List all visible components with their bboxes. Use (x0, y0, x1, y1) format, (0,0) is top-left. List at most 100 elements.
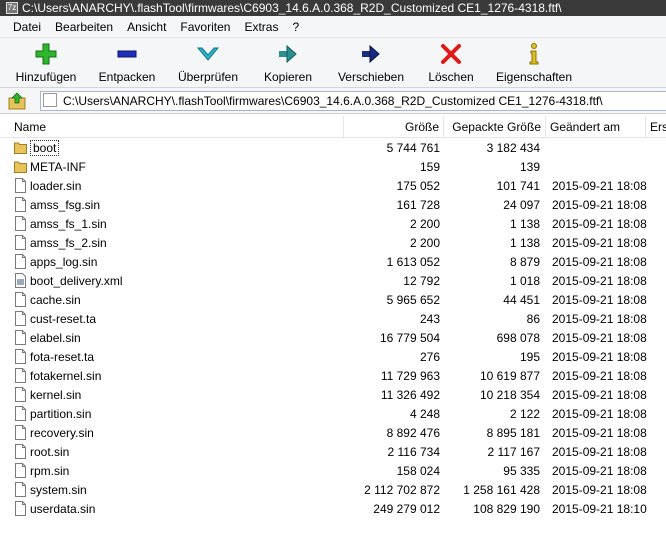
file-name-cell: partition.sin (14, 405, 344, 424)
minus-icon (117, 50, 137, 58)
file-row[interactable]: META-INF 159 139 (0, 158, 666, 177)
file-row[interactable]: partition.sin 4 248 2 122 2015-09-21 18:08 (0, 405, 666, 424)
window-title: C:\Users\ANARCHY\.flashTool\firmwares\C6… (22, 1, 562, 15)
file-row[interactable]: fota-reset.ta 276 195 2015-09-21 18:08 (0, 348, 666, 367)
file-size: 1 613 052 (386, 255, 440, 269)
test-label: Überprüfen (177, 70, 239, 84)
info-button[interactable]: Eigenschaften (492, 42, 576, 86)
file-packed-size: 8 879 (509, 255, 540, 269)
file-row[interactable]: amss_fsg.sin 161 728 24 097 2015-09-21 18:0… (0, 196, 666, 215)
file-modified: 2015-09-21 18:08 (552, 426, 647, 440)
copy-label: Kopieren (263, 70, 313, 84)
file-packed-size: 86 (526, 312, 540, 326)
file-modified: 2015-09-21 18:08 (552, 198, 647, 212)
file-size: 175 052 (396, 179, 440, 193)
file-row[interactable]: userdata.sin 249 279 012 108 829 190 2015-0… (0, 500, 666, 519)
file-size: 2 200 (409, 217, 440, 231)
column-packed[interactable]: Gepackte Größe (444, 116, 546, 138)
move-button[interactable]: Verschieben (334, 42, 408, 86)
file-modified: 2015-09-21 18:10 (552, 502, 647, 516)
file-row[interactable]: fotakernel.sin 11 729 963 10 619 877 2015-0… (0, 367, 666, 386)
column-created[interactable]: Ers (646, 116, 666, 138)
file-row[interactable]: cache.sin 5 965 652 44 451 2015-09-21 18:08 (0, 291, 666, 310)
menu-file[interactable]: Datei (6, 17, 48, 37)
file-row[interactable]: amss_fs_1.sin 2 200 1 138 2015-09-21 18:08 (0, 215, 666, 234)
file-name: amss_fs_2.sin (30, 236, 107, 250)
file-name-cell: boot (14, 139, 344, 158)
file-packed-size: 44 451 (503, 293, 540, 307)
file-size: 249 279 012 (373, 502, 440, 516)
folder-up-icon[interactable] (8, 92, 26, 110)
file-size: 11 729 963 (380, 369, 440, 383)
file-row[interactable]: boot_delivery.xml 12 792 1 018 2015-09-21 1… (0, 272, 666, 291)
file-modified: 2015-09-21 18:08 (552, 464, 647, 478)
file-size: 276 (419, 350, 440, 364)
file-name: amss_fsg.sin (30, 198, 101, 212)
file-row[interactable]: apps_log.sin 1 613 052 8 879 2015-09-21 18:… (0, 253, 666, 272)
file-icon (15, 463, 26, 478)
file-packed-size: 108 829 190 (473, 502, 540, 516)
file-row[interactable]: loader.sin 175 052 101 741 2015-09-21 18:08 (0, 177, 666, 196)
file-row[interactable]: system.sin 2 112 702 872 1 258 161 428 2015… (0, 481, 666, 500)
file-row[interactable]: root.sin 2 116 734 2 117 167 2015-09-21 18:… (0, 443, 666, 462)
file-modified: 2015-09-21 18:08 (552, 350, 647, 364)
file-packed-size: 3 182 434 (486, 141, 540, 155)
file-packed-size: 698 078 (496, 331, 540, 345)
file-icon (15, 501, 26, 516)
menu-help[interactable]: ? (285, 17, 306, 37)
file-name: cust-reset.ta (30, 312, 97, 326)
copy-button[interactable]: Kopieren (256, 42, 320, 86)
file-row[interactable]: boot 5 744 761 3 182 434 (0, 139, 666, 158)
file-modified: 2015-09-21 18:08 (552, 217, 647, 231)
file-name: partition.sin (30, 407, 92, 421)
file-name-cell: recovery.sin (14, 424, 344, 443)
file-modified: 2015-09-21 18:08 (552, 369, 647, 383)
menu-tools[interactable]: Extras (237, 17, 285, 37)
file-size: 11 326 492 (380, 388, 440, 402)
menu-edit[interactable]: Bearbeiten (48, 17, 120, 37)
file-name: elabel.sin (30, 331, 81, 345)
file-packed-size: 139 (519, 160, 540, 174)
file-icon (15, 292, 26, 307)
add-button[interactable]: Hinzufügen (10, 42, 82, 86)
file-name: fota-reset.ta (30, 350, 95, 364)
file-name: userdata.sin (30, 502, 96, 516)
file-icon (15, 254, 26, 269)
file-modified: 2015-09-21 18:08 (552, 331, 647, 345)
file-size: 158 024 (396, 464, 440, 478)
file-icon (15, 311, 26, 326)
file-modified: 2015-09-21 18:08 (552, 312, 647, 326)
file-row[interactable]: amss_fs_2.sin 2 200 1 138 2015-09-21 18:08 (0, 234, 666, 253)
extract-button[interactable]: Entpacken (92, 42, 162, 86)
file-size: 12 792 (403, 274, 440, 288)
address-bar: C:\Users\ANARCHY\.flashTool\firmwares\C6… (0, 88, 666, 114)
file-icon (15, 444, 26, 459)
file-name-cell: amss_fs_2.sin (14, 234, 344, 253)
extract-label: Entpacken (98, 70, 156, 84)
file-name: loader.sin (30, 179, 82, 193)
address-path: C:\Users\ANARCHY\.flashTool\firmwares\C6… (63, 94, 603, 108)
x-icon (441, 44, 461, 64)
file-modified: 2015-09-21 18:08 (552, 407, 647, 421)
app-icon: 7z (6, 2, 18, 14)
file-name: root.sin (30, 445, 70, 459)
file-row[interactable]: cust-reset.ta 243 86 2015-09-21 18:08 (0, 310, 666, 329)
file-name: boot (30, 140, 60, 156)
column-modified[interactable]: Geändert am (546, 116, 646, 138)
address-input[interactable]: C:\Users\ANARCHY\.flashTool\firmwares\C6… (40, 91, 666, 111)
file-icon (15, 197, 26, 212)
menu-favorites[interactable]: Favoriten (173, 17, 237, 37)
file-row[interactable]: rpm.sin 158 024 95 335 2015-09-21 18:08 (0, 462, 666, 481)
file-row[interactable]: elabel.sin 16 779 504 698 078 2015-09-21 18… (0, 329, 666, 348)
column-size[interactable]: Größe (344, 116, 444, 138)
menu-view[interactable]: Ansicht (120, 17, 173, 37)
file-row[interactable]: recovery.sin 8 892 476 8 895 181 2015-09-21… (0, 424, 666, 443)
file-packed-size: 8 895 181 (486, 426, 540, 440)
test-button[interactable]: Überprüfen (172, 42, 244, 86)
file-packed-size: 1 138 (509, 236, 540, 250)
delete-button[interactable]: Löschen (424, 42, 478, 86)
file-name-cell: rpm.sin (14, 462, 344, 481)
plus-icon (35, 43, 57, 65)
column-name[interactable]: Name (10, 116, 344, 138)
file-row[interactable]: kernel.sin 11 326 492 10 218 354 2015-09-21… (0, 386, 666, 405)
